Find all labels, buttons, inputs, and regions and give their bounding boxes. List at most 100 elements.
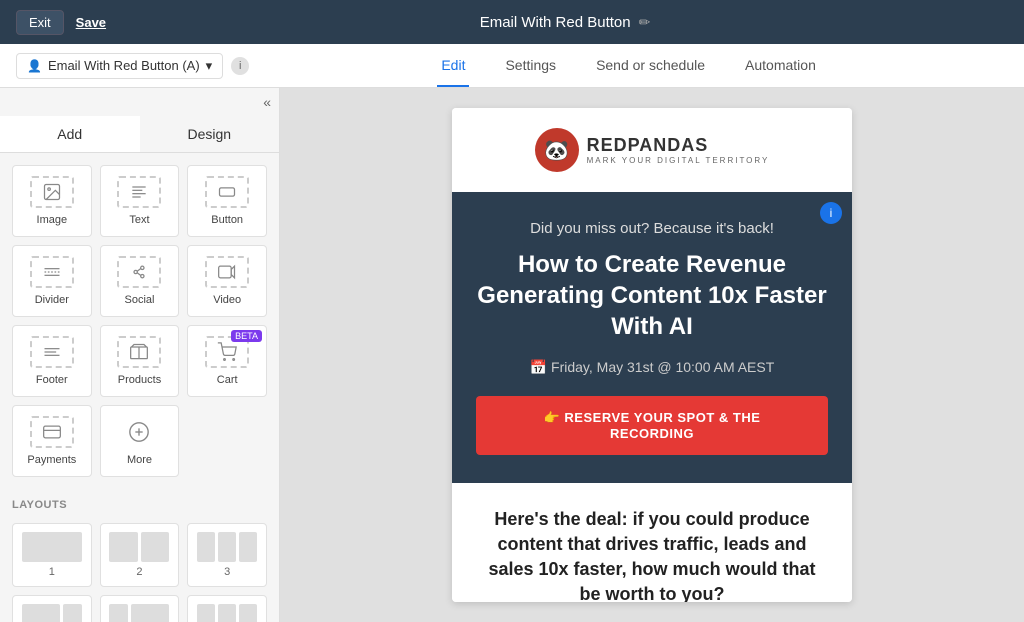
hero-cta-button[interactable]: 👉 RESERVE YOUR SPOT & THE RECORDING: [476, 396, 828, 455]
payments-preview: [30, 416, 74, 448]
content-area: 🐼 REDPANDAS MARK YOUR DIGITAL TERRITORY …: [280, 88, 1024, 622]
logo-container: 🐼 REDPANDAS MARK YOUR DIGITAL TERRITORY: [535, 128, 770, 172]
blocks-grid: Image Text Button Divider: [0, 153, 279, 489]
block-text[interactable]: Text: [100, 165, 180, 237]
layouts-grid: 1 2 3: [0, 515, 279, 622]
divider-preview: [30, 256, 74, 288]
brand-logo-text: REDPANDAS MARK YOUR DIGITAL TERRITORY: [587, 135, 770, 165]
second-bar: 👤 Email With Red Button (A) ▾ i Edit Set…: [0, 44, 1024, 88]
layout-wide-narrow-preview: [22, 604, 82, 622]
footer-preview: [30, 336, 74, 368]
layout-2col[interactable]: 2: [100, 523, 180, 587]
block-video[interactable]: Video: [187, 245, 267, 317]
layout-3col[interactable]: 3: [187, 523, 267, 587]
block-cart[interactable]: BETA Cart: [187, 325, 267, 397]
layout-col: [218, 532, 236, 562]
layout-2col-preview: [109, 532, 169, 562]
layout-col: [131, 604, 169, 622]
tab-edit[interactable]: Edit: [437, 45, 469, 87]
layout-wide-narrow[interactable]: [12, 595, 92, 622]
button-preview: [205, 176, 249, 208]
block-payments[interactable]: Payments: [12, 405, 92, 477]
layout-col: [197, 532, 215, 562]
email-hero: i Did you miss out? Because it's back! H…: [452, 192, 852, 483]
block-text-label: Text: [129, 214, 149, 226]
block-products-label: Products: [118, 374, 161, 386]
layout-3col-label: 3: [224, 566, 230, 578]
exit-button[interactable]: Exit: [16, 10, 64, 35]
text-preview: [117, 176, 161, 208]
email-logo-section: 🐼 REDPANDAS MARK YOUR DIGITAL TERRITORY: [452, 108, 852, 192]
sidebar-tab-design[interactable]: Design: [140, 116, 280, 152]
layout-equal-3-preview: [197, 604, 257, 622]
layout-narrow-wide[interactable]: [100, 595, 180, 622]
block-cart-label: Cart: [217, 374, 238, 386]
layout-col: [141, 532, 170, 562]
brand-name: REDPANDAS: [587, 135, 709, 155]
layouts-section-header: LAYOUTS: [0, 489, 279, 515]
block-divider[interactable]: Divider: [12, 245, 92, 317]
block-image[interactable]: Image: [12, 165, 92, 237]
main-layout: « Add Design Image Text: [0, 88, 1024, 622]
block-image-label: Image: [37, 214, 68, 226]
layout-col: [109, 604, 128, 622]
block-footer[interactable]: Footer: [12, 325, 92, 397]
nav-tabs: Edit Settings Send or schedule Automatio…: [249, 45, 1008, 87]
layout-1col-label: 1: [49, 566, 55, 578]
layout-1col-preview: [22, 532, 82, 562]
variant-selector[interactable]: 👤 Email With Red Button (A) ▾: [16, 53, 223, 79]
email-body: Here's the deal: if you could produce co…: [452, 483, 852, 602]
person-icon: 👤: [27, 59, 42, 73]
layout-3col-preview: [197, 532, 257, 562]
collapse-button[interactable]: «: [263, 94, 271, 110]
layout-1col[interactable]: 1: [12, 523, 92, 587]
block-video-label: Video: [213, 294, 241, 306]
brand-logo-icon: 🐼: [535, 128, 579, 172]
products-preview: [117, 336, 161, 368]
layout-col: [22, 604, 60, 622]
block-button-label: Button: [211, 214, 243, 226]
block-button[interactable]: Button: [187, 165, 267, 237]
block-social[interactable]: Social: [100, 245, 180, 317]
layout-col: [239, 532, 257, 562]
layout-col: [109, 532, 138, 562]
block-social-label: Social: [125, 294, 155, 306]
edit-icon[interactable]: ✏: [639, 14, 651, 31]
block-divider-label: Divider: [35, 294, 69, 306]
email-preview: 🐼 REDPANDAS MARK YOUR DIGITAL TERRITORY …: [452, 108, 852, 602]
variant-label: Email With Red Button (A): [48, 58, 200, 73]
layout-2col-label: 2: [136, 566, 142, 578]
hero-title: How to Create Revenue Generating Content…: [476, 249, 828, 343]
body-headline: Here's the deal: if you could produce co…: [476, 507, 828, 602]
tab-send-schedule[interactable]: Send or schedule: [592, 45, 709, 87]
layout-col: [218, 604, 236, 622]
block-more[interactable]: More: [100, 405, 180, 477]
top-bar-left: Exit Save: [16, 10, 106, 35]
sidebar-tab-row: Add Design: [0, 116, 279, 153]
video-preview: [205, 256, 249, 288]
tab-automation[interactable]: Automation: [741, 45, 820, 87]
info-badge[interactable]: i: [820, 202, 842, 224]
save-button[interactable]: Save: [76, 15, 106, 30]
top-bar-center: Email With Red Button ✏: [122, 14, 1008, 31]
tab-settings[interactable]: Settings: [501, 45, 560, 87]
sidebar-tab-add[interactable]: Add: [0, 116, 140, 152]
block-more-label: More: [127, 454, 152, 466]
hero-subtitle: Did you miss out? Because it's back!: [476, 220, 828, 237]
chevron-down-icon: ▾: [206, 58, 213, 74]
layout-narrow-wide-preview: [109, 604, 169, 622]
info-icon[interactable]: i: [231, 57, 249, 75]
layout-col: [63, 604, 82, 622]
social-preview: [117, 256, 161, 288]
block-footer-label: Footer: [36, 374, 68, 386]
block-products[interactable]: Products: [100, 325, 180, 397]
layout-equal-3[interactable]: [187, 595, 267, 622]
brand-tagline: MARK YOUR DIGITAL TERRITORY: [587, 156, 770, 165]
beta-badge: BETA: [231, 330, 262, 342]
top-bar: Exit Save Email With Red Button ✏: [0, 0, 1024, 44]
hero-date: 📅 Friday, May 31st @ 10:00 AM AEST: [476, 359, 828, 376]
layout-col: [22, 532, 82, 562]
sidebar-header: «: [0, 88, 279, 116]
layout-col: [239, 604, 257, 622]
block-payments-label: Payments: [27, 454, 76, 466]
